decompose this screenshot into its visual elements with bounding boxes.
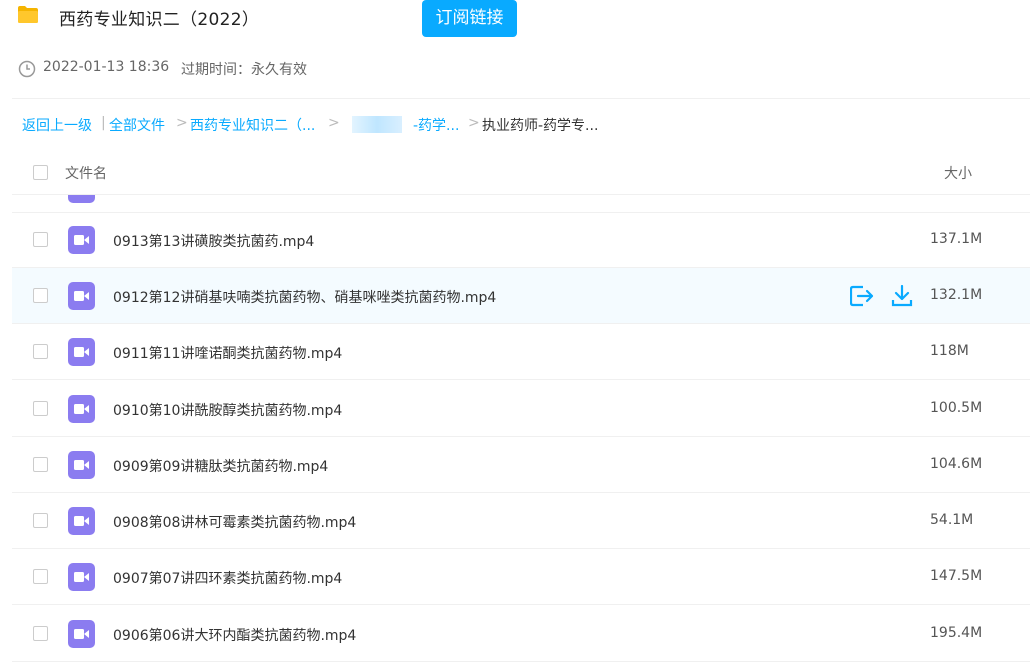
folder-icon: [18, 6, 38, 23]
video-file-icon: [68, 195, 95, 203]
column-header-size[interactable]: 大小: [944, 163, 972, 183]
file-name[interactable]: 0909第09讲糖肽类抗菌药物.mp4: [113, 456, 328, 476]
page-header: 西药专业知识二（2022） 订阅链接: [0, 0, 1030, 40]
video-file-icon: [68, 563, 95, 591]
breadcrumb-separator: >: [176, 115, 188, 131]
file-size: 132.1M: [930, 287, 983, 303]
breadcrumb-back-link[interactable]: 返回上一级: [22, 115, 92, 135]
video-file-icon: [68, 395, 95, 423]
file-size: 54.1M: [930, 512, 974, 528]
file-row[interactable]: 0907第07讲四环素类抗菌药物.mp4 147.5M: [12, 549, 1030, 605]
file-name[interactable]: 0906第06讲大环内酯类抗菌药物.mp4: [113, 625, 356, 645]
file-row[interactable]: 0912第12讲硝基呋喃类抗菌药物、硝基咪唑类抗菌药物.mp4 132.1M: [12, 268, 1030, 324]
file-size: 104.6M: [930, 456, 983, 472]
file-name[interactable]: 0913第13讲磺胺类抗菌药.mp4: [113, 231, 314, 251]
breadcrumb-level2-link[interactable]: -药学...: [413, 115, 459, 135]
file-row[interactable]: 0911第11讲喹诺酮类抗菌药物.mp4 118M: [12, 324, 1030, 380]
file-row[interactable]: 0908第08讲林可霉素类抗菌药物.mp4 54.1M: [12, 493, 1030, 549]
download-icon[interactable]: [891, 285, 913, 307]
row-checkbox[interactable]: [33, 569, 48, 584]
breadcrumb-redacted-segment: [352, 116, 402, 133]
file-size: 100.5M: [930, 400, 983, 416]
select-all-checkbox[interactable]: [33, 165, 48, 180]
file-list-header: 文件名 大小: [12, 150, 1030, 195]
breadcrumb-separator: >: [328, 115, 340, 131]
file-name[interactable]: 0907第07讲四环素类抗菌药物.mp4: [113, 568, 342, 588]
breadcrumb-all-files-link[interactable]: 全部文件: [109, 115, 165, 135]
file-row[interactable]: 0910第10讲酰胺醇类抗菌药物.mp4 100.5M: [12, 381, 1030, 437]
file-name[interactable]: 0908第08讲林可霉素类抗菌药物.mp4: [113, 512, 356, 532]
expire-time: 过期时间：永久有效: [181, 62, 307, 78]
row-checkbox[interactable]: [33, 288, 48, 303]
file-size: 137.1M: [930, 231, 983, 247]
file-row[interactable]: 0906第06讲大环内酯类抗菌药物.mp4 195.4M: [12, 606, 1030, 662]
file-size: 195.4M: [930, 625, 983, 641]
file-name[interactable]: 0912第12讲硝基呋喃类抗菌药物、硝基咪唑类抗菌药物.mp4: [113, 287, 496, 307]
video-file-icon: [68, 338, 95, 366]
breadcrumb-pipe: |: [101, 115, 106, 131]
row-checkbox[interactable]: [33, 344, 48, 359]
share-icon[interactable]: [850, 285, 874, 307]
share-date: 2022-01-13 18:36: [43, 59, 170, 75]
row-checkbox[interactable]: [33, 401, 48, 416]
video-file-icon: [68, 620, 95, 648]
column-header-name: 文件名: [65, 166, 107, 182]
breadcrumb-separator: >: [468, 115, 480, 131]
file-name[interactable]: 0910第10讲酰胺醇类抗菌药物.mp4: [113, 400, 342, 420]
video-file-icon: [68, 226, 95, 254]
video-file-icon: [68, 282, 95, 310]
row-checkbox[interactable]: [33, 626, 48, 641]
video-file-icon: [68, 507, 95, 535]
file-row[interactable]: 0913第13讲磺胺类抗菌药.mp4 137.1M: [12, 212, 1030, 268]
file-size: 147.5M: [930, 568, 983, 584]
file-row[interactable]: 0909第09讲糖肽类抗菌药物.mp4 104.6M: [12, 437, 1030, 493]
video-file-icon: [68, 451, 95, 479]
breadcrumb-current: 执业药师-药学专...: [482, 118, 599, 134]
subscribe-link-button[interactable]: 订阅链接: [422, 0, 517, 37]
file-size: 118M: [930, 343, 969, 359]
clock-icon: [18, 60, 36, 78]
file-name[interactable]: 0911第11讲喹诺酮类抗菌药物.mp4: [113, 343, 342, 363]
breadcrumb-level1-link[interactable]: 西药专业知识二（...: [190, 115, 315, 135]
page-title: 西药专业知识二（2022）: [59, 10, 260, 30]
row-checkbox[interactable]: [33, 232, 48, 247]
row-checkbox[interactable]: [33, 513, 48, 528]
divider: [12, 98, 1030, 99]
row-checkbox[interactable]: [33, 457, 48, 472]
partially-visible-row: [12, 195, 1030, 213]
